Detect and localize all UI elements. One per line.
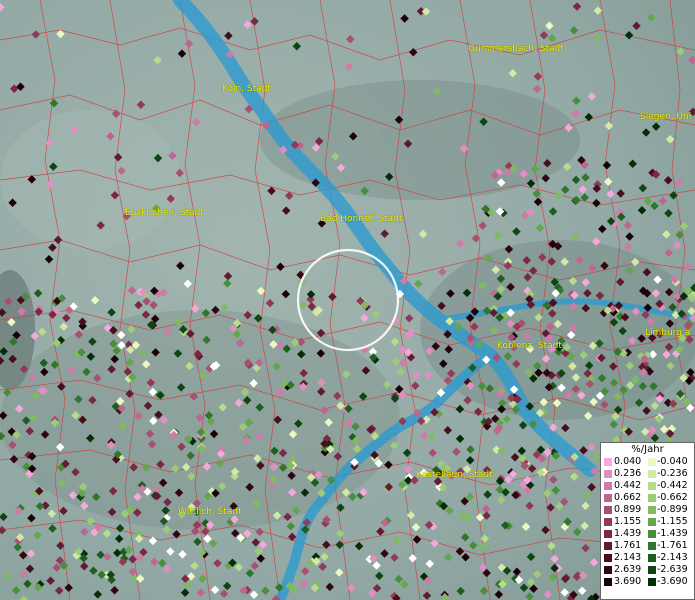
- legend-swatch-positive: [604, 518, 612, 526]
- legend-row: 1.439 -1.439: [601, 528, 694, 540]
- legend-label-positive: 3.690: [614, 576, 642, 587]
- legend-row: 0.442 -0.442: [601, 480, 694, 492]
- legend-label-positive: 0.662: [614, 492, 642, 503]
- legend-swatch-negative: [648, 530, 656, 538]
- legend-swatch-positive: [604, 578, 612, 586]
- legend-row: 0.899 -0.899: [601, 504, 694, 516]
- legend-label-negative: -1.761: [657, 540, 688, 551]
- city-label-siegen: Siegen, Uni: [640, 112, 692, 122]
- legend-label-positive: 0.442: [614, 480, 642, 491]
- city-label-bad-honnef: Bad Honnef, Stadt: [320, 214, 403, 224]
- legend-row: 2.639 -2.639: [601, 564, 694, 576]
- legend-swatch-positive: [604, 494, 612, 502]
- legend-swatch-positive: [604, 482, 612, 490]
- legend-swatch-negative: [648, 494, 656, 502]
- legend-row: 0.662 -0.662: [601, 492, 694, 504]
- map-legend: %/Jahr 0.040 -0.040 0.236 -0.236 0.442 -0.442…: [600, 442, 695, 600]
- legend-label-negative: -0.899: [657, 504, 688, 515]
- legend-label-negative: -1.155: [657, 516, 688, 527]
- legend-label-negative: -0.236: [657, 468, 688, 479]
- legend-swatch-negative: [648, 506, 656, 514]
- legend-label-negative: -0.040: [657, 456, 688, 467]
- city-label-koblenz: Koblenz, Stadt: [497, 341, 562, 351]
- legend-swatch-positive: [604, 554, 612, 562]
- legend-label-negative: -0.442: [657, 480, 688, 491]
- legend-label-negative: -1.439: [657, 528, 688, 539]
- city-label-gummersbach: Gummersbach, Stadt: [468, 44, 564, 54]
- city-label-wittlich: Wittlich, Stadt: [178, 507, 242, 517]
- legend-label-negative: -0.662: [657, 492, 688, 503]
- map-view[interactable]: [0, 0, 695, 600]
- city-label-koeln: Köln, Stadt: [222, 84, 271, 94]
- legend-label-positive: 1.439: [614, 528, 642, 539]
- legend-swatch-positive: [604, 470, 612, 478]
- city-label-limburg: Limburg a: [645, 328, 691, 338]
- legend-label-negative: -3.690: [657, 576, 688, 587]
- legend-row: 1.761 -1.761: [601, 540, 694, 552]
- legend-title: %/Jahr: [631, 444, 664, 455]
- legend-label-positive: 2.143: [614, 552, 642, 563]
- legend-row: 2.143 -2.143: [601, 552, 694, 564]
- legend-swatch-negative: [648, 578, 656, 586]
- legend-row: 3.690 -3.690: [601, 576, 694, 588]
- legend-rows: 0.040 -0.040 0.236 -0.236 0.442 -0.442 0.662 -0…: [601, 456, 694, 588]
- legend-label-positive: 0.040: [614, 456, 642, 467]
- legend-label-negative: -2.143: [657, 552, 688, 563]
- legend-swatch-positive: [604, 458, 612, 466]
- legend-swatch-positive: [604, 542, 612, 550]
- legend-swatch-negative: [648, 566, 656, 574]
- legend-row: 0.236 -0.236: [601, 468, 694, 480]
- legend-row: 1.155 -1.155: [601, 516, 694, 528]
- legend-label-positive: 0.236: [614, 468, 642, 479]
- legend-swatch-negative: [648, 518, 656, 526]
- legend-swatch-negative: [648, 458, 656, 466]
- legend-swatch-negative: [648, 482, 656, 490]
- city-label-euskirchen: Euskirchen, Stadt: [125, 208, 204, 218]
- legend-swatch-positive: [604, 530, 612, 538]
- legend-swatch-positive: [604, 566, 612, 574]
- legend-label-positive: 2.639: [614, 564, 642, 575]
- legend-label-negative: -2.639: [657, 564, 688, 575]
- legend-label-positive: 1.155: [614, 516, 642, 527]
- legend-swatch-negative: [648, 554, 656, 562]
- legend-label-positive: 1.761: [614, 540, 642, 551]
- legend-swatch-positive: [604, 506, 612, 514]
- legend-swatch-negative: [648, 542, 656, 550]
- legend-row: 0.040 -0.040: [601, 456, 694, 468]
- city-label-kastellaun: Kastellaun, Stadt: [416, 470, 493, 480]
- legend-swatch-negative: [648, 470, 656, 478]
- legend-label-positive: 0.899: [614, 504, 642, 515]
